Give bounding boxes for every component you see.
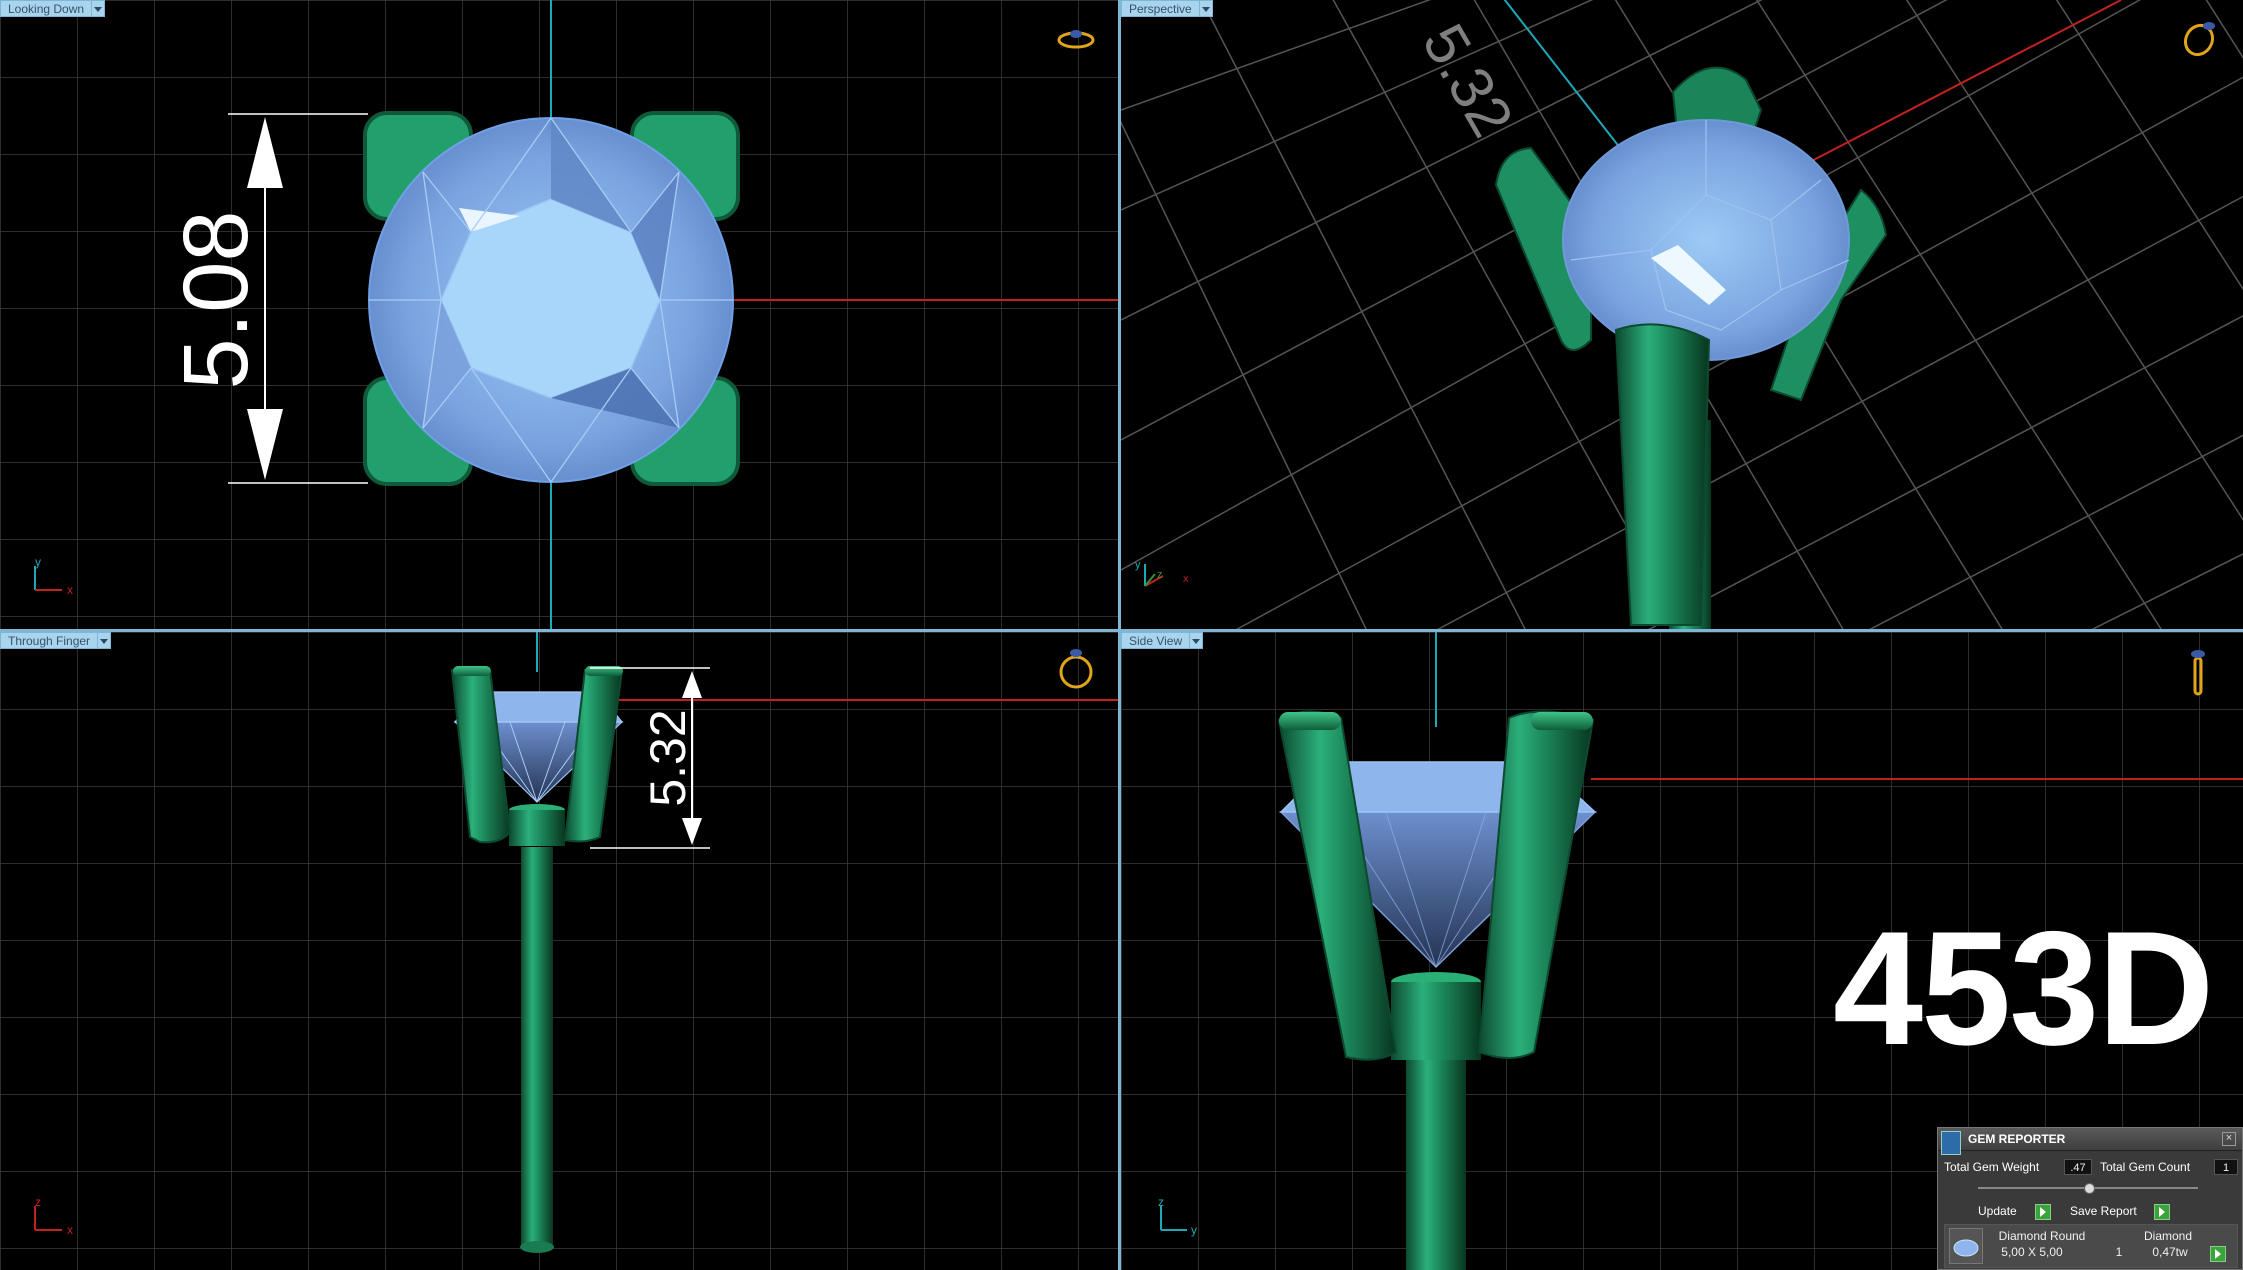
viewport-tab-label: Looking Down: [0, 0, 93, 17]
total-gem-weight-label: Total Gem Weight: [1944, 1160, 2040, 1174]
viewport-tab-through-finger[interactable]: Through Finger: [0, 632, 112, 649]
save-report-button[interactable]: Save Report: [2070, 1203, 2137, 1219]
gem-size: 5,00 X 5,00: [2001, 1245, 2063, 1259]
gem-qty: 1: [2115, 1245, 2123, 1259]
axis-x-label: x: [67, 583, 73, 597]
viewport-canvas: 5.32 z x: [0, 632, 1118, 1270]
viewport-tab-label: Perspective: [1121, 0, 1200, 17]
dimension-ghost-label: 5.32: [1410, 13, 1526, 148]
chevron-down-icon[interactable]: [98, 632, 112, 649]
viewport-tab-label: Side View: [1121, 632, 1191, 649]
axis-y-label: y: [35, 555, 41, 569]
viewport-tab-side-view[interactable]: Side View: [1121, 632, 1204, 649]
viewport-tab-perspective[interactable]: Perspective: [1121, 0, 1213, 17]
round-diamond-top[interactable]: [368, 117, 734, 483]
viewport-tab-label: Through Finger: [0, 632, 99, 649]
gem-slider-knob[interactable]: [2084, 1183, 2095, 1194]
total-gem-count-label: Total Gem Count: [2100, 1160, 2191, 1174]
viewport-canvas: 5.08 y x: [0, 0, 1118, 629]
gem-reporter-header[interactable]: GEM REPORTER ×: [1938, 1128, 2242, 1155]
save-report-go-icon[interactable]: [2154, 1204, 2170, 1220]
close-icon[interactable]: ×: [2222, 1132, 2236, 1146]
total-gem-count-value: 1: [2214, 1159, 2238, 1175]
viewport-canvas: 5.32 y z x: [1121, 0, 2243, 629]
gem-reporter-title: GEM REPORTER: [1968, 1132, 2066, 1146]
viewport-perspective[interactable]: 5.32 y z x Perspective: [1121, 0, 2243, 629]
dimension-label: 5.08: [165, 210, 267, 389]
model-code-label: 453D: [1833, 898, 2214, 1079]
viewport-through-finger[interactable]: 5.32 z x Through Finger: [0, 632, 1118, 1270]
chevron-down-icon[interactable]: [92, 0, 106, 17]
chevron-down-icon[interactable]: [1199, 0, 1213, 17]
gem-reporter-panel[interactable]: GEM REPORTER × Total Gem Weight .47 Tota…: [1937, 1127, 2243, 1270]
axis-y-label: y: [1135, 559, 1141, 571]
gem-weight: 0,47tw: [2152, 1245, 2188, 1259]
axis-y-label: y: [1191, 1223, 1197, 1237]
gem-list-row[interactable]: Diamond Round Diamond 5,00 X 5,00 1 0,47…: [1944, 1224, 2238, 1268]
viewport-tab-looking-down[interactable]: Looking Down: [0, 0, 106, 17]
update-button[interactable]: Update: [1978, 1203, 2017, 1219]
chevron-down-icon[interactable]: [1190, 632, 1204, 649]
gem-name: Diamond Round: [1998, 1229, 2086, 1243]
axis-z-label: z: [35, 1195, 41, 1209]
axis-z-label: z: [1158, 1195, 1164, 1209]
gem-thumbnail-icon: [1949, 1228, 1983, 1264]
gem-reporter-logo-icon: [1941, 1131, 1961, 1155]
update-go-icon[interactable]: [2035, 1204, 2051, 1220]
axis-x-label: x: [1183, 573, 1189, 585]
axis-triad: y z x: [1135, 559, 1189, 587]
dimension-label: 5.32: [640, 709, 696, 806]
ring-view-icon[interactable]: [2180, 21, 2218, 60]
axis-x-label: x: [67, 1223, 73, 1237]
viewport-looking-down[interactable]: 5.08 y x Looking Down: [0, 0, 1118, 629]
gem-row-go-icon[interactable]: [2210, 1246, 2226, 1262]
gem-type: Diamond: [2143, 1229, 2193, 1243]
axis-z-label: z: [1157, 569, 1163, 581]
total-gem-weight-value: .47: [2064, 1159, 2092, 1175]
